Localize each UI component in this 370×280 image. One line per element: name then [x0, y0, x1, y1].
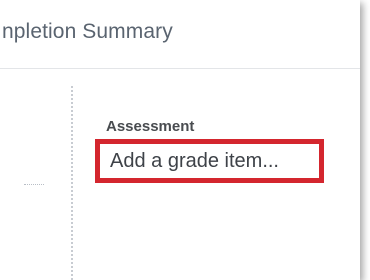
add-grade-item-link[interactable]: Add a grade item...	[95, 139, 324, 183]
completion-summary-panel: npletion Summary Assessment Add a grade …	[0, 0, 360, 280]
left-column-placeholder	[24, 184, 44, 185]
assessment-label: Assessment	[106, 118, 195, 135]
panel-header: npletion Summary	[0, 0, 360, 69]
panel-title: npletion Summary	[2, 20, 173, 43]
column-divider	[71, 86, 73, 280]
